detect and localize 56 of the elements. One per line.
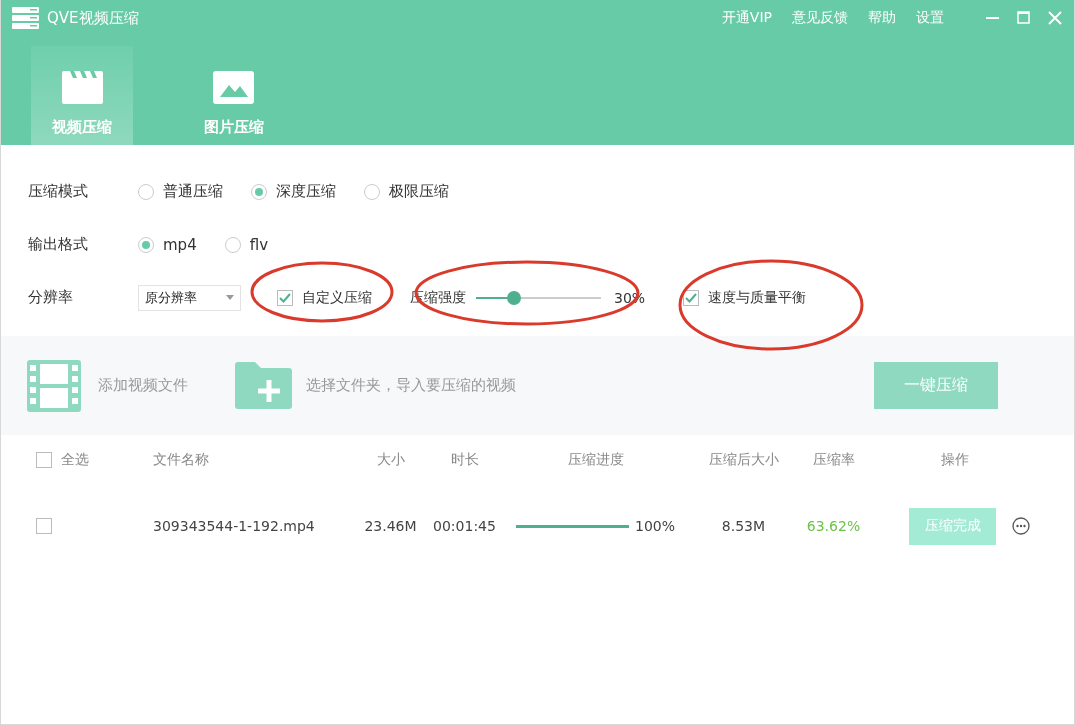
select-all-label[interactable]: 全选 <box>61 451 89 469</box>
resolution-dropdown[interactable]: 原分辨率 <box>138 284 241 311</box>
add-video-link[interactable]: 添加视频文件 <box>98 376 188 395</box>
checkbox[interactable] <box>277 289 293 306</box>
column-header: 文件名称 <box>153 451 210 469</box>
column-header: 操作 <box>939 451 970 469</box>
tab[interactable]: 视频压缩 <box>31 46 133 145</box>
menu-link[interactable]: 设置 <box>916 9 944 27</box>
menu-link[interactable]: 开通VIP <box>721 9 772 27</box>
checkbox[interactable] <box>36 518 52 534</box>
checkmark-icon <box>279 292 291 303</box>
setting-label: 分辨率 <box>28 288 74 307</box>
radio-label[interactable]: mp4 <box>163 235 197 254</box>
column-header: 压缩率 <box>811 451 856 469</box>
column-header: 时长 <box>449 451 480 469</box>
progress-value: 100% <box>635 518 676 534</box>
duration: 00:01:45 <box>432 518 497 534</box>
slider-thumb[interactable] <box>506 290 521 305</box>
radio-label[interactable]: flv <box>249 235 268 254</box>
maximize-icon[interactable] <box>1017 11 1030 24</box>
compress-button[interactable]: 一键压缩 <box>874 362 998 409</box>
window-title: QVE视频压缩 <box>47 8 139 28</box>
checkbox-label[interactable]: 自定义压缩 <box>302 288 372 307</box>
file-name: 309343544-1-192.mp4 <box>153 518 316 534</box>
compression-rate: 63.62% <box>805 518 862 534</box>
picture-icon <box>213 71 254 104</box>
menu-link[interactable]: 帮助 <box>868 9 896 27</box>
radio-label[interactable]: 普通压缩 <box>163 182 223 201</box>
app-logo-icon <box>12 7 39 29</box>
close-icon[interactable] <box>1048 11 1062 25</box>
more-icon[interactable] <box>1012 517 1030 535</box>
radio-button[interactable] <box>364 183 380 200</box>
radio-button[interactable] <box>138 183 154 200</box>
radio-button[interactable] <box>251 183 267 200</box>
radio-label[interactable]: 深度压缩 <box>276 182 336 201</box>
checkbox[interactable] <box>683 289 700 306</box>
column-header: 压缩进度 <box>567 451 625 469</box>
folder-add-icon[interactable] <box>235 362 292 409</box>
column-header: 压缩后大小 <box>707 451 780 469</box>
menu-link[interactable]: 意见反馈 <box>792 9 848 27</box>
caret-icon <box>226 295 234 300</box>
checkmark-icon <box>685 292 698 303</box>
setting-label: 压缩模式 <box>28 182 89 201</box>
column-header: 大小 <box>375 451 406 469</box>
clapperboard-icon <box>61 71 103 104</box>
file-size: 23.46M <box>363 518 418 534</box>
radio-button[interactable] <box>224 236 241 253</box>
radio-button[interactable] <box>138 236 154 253</box>
checkbox-label[interactable]: 速度与质量平衡 <box>708 288 807 307</box>
add-folder-link[interactable]: 选择文件夹，导入要压缩的视频 <box>306 376 516 395</box>
checkbox[interactable] <box>36 452 52 468</box>
setting-label: 输出格式 <box>28 235 89 254</box>
tab[interactable]: 图片压缩 <box>176 46 291 145</box>
film-icon[interactable] <box>27 359 81 412</box>
radio-label[interactable]: 极限压缩 <box>389 182 449 201</box>
compressed-size: 8.53M <box>720 518 767 534</box>
